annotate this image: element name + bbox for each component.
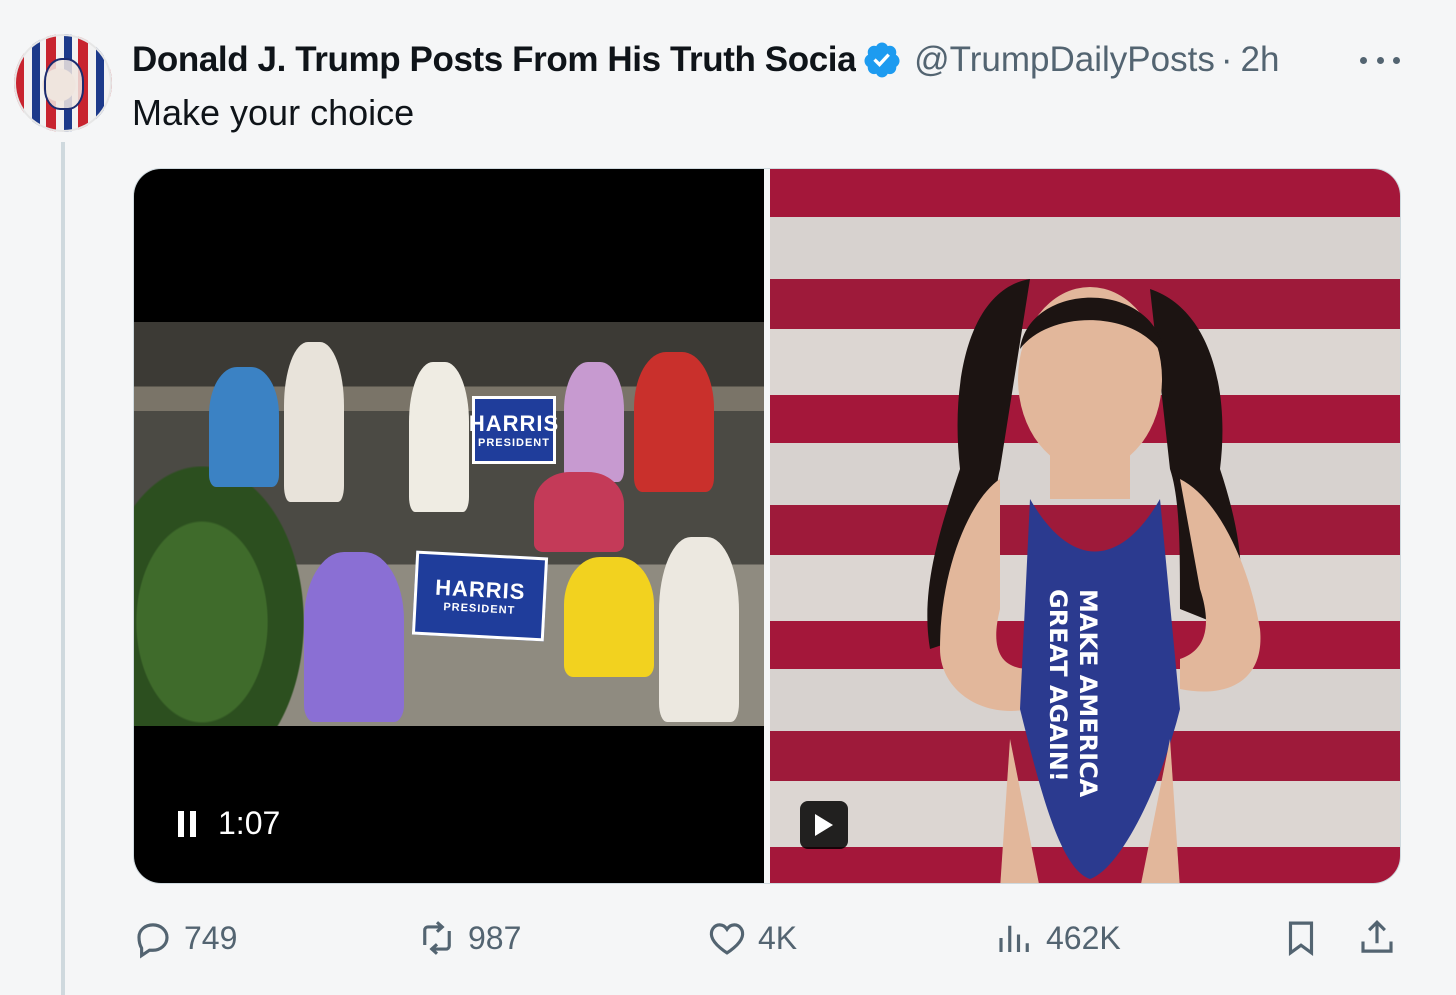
- person-figure: [209, 367, 279, 487]
- swimsuit-text-1: MAKE AMERICA: [1074, 589, 1102, 798]
- author-name[interactable]: Donald J. Trump Posts From His Truth Soc…: [132, 40, 856, 80]
- repost-icon: [423, 921, 451, 955]
- post-time[interactable]: 2h: [1241, 40, 1280, 80]
- harris-sign-small: HARRIS PRESIDENT: [468, 396, 560, 464]
- reply-count: 749: [184, 919, 238, 956]
- right-video[interactable]: MAKE AMERICA GREAT AGAIN!: [770, 169, 1400, 883]
- bush-shape: [134, 466, 304, 726]
- sign-sub-text: PRESIDENT: [443, 601, 516, 617]
- share-icon: [1361, 920, 1393, 953]
- like-count: 4K: [758, 919, 798, 956]
- video-timestamp: 1:07: [218, 805, 281, 841]
- person-figure: [564, 362, 624, 482]
- views-count: 462K: [1046, 919, 1121, 956]
- person-figure: [284, 342, 344, 502]
- person-figure: [304, 552, 404, 722]
- author-handle[interactable]: @TrumpDailyPosts: [914, 40, 1215, 80]
- video-controls: 1:07: [178, 805, 280, 842]
- post: Donald J. Trump Posts From His Truth Soc…: [0, 0, 1456, 995]
- video-frame-porch: HARRIS PRESIDENT HARRIS PRESIDENT: [134, 322, 764, 726]
- person-figure: [634, 352, 714, 492]
- video-frame-flag-woman: MAKE AMERICA GREAT AGAIN!: [927, 279, 1261, 883]
- pause-icon[interactable]: [178, 810, 196, 837]
- person-figure: [534, 472, 624, 552]
- post-header: Donald J. Trump Posts From His Truth Soc…: [132, 38, 1412, 82]
- left-video[interactable]: HARRIS PRESIDENT HARRIS PRESIDENT 1:07: [134, 169, 764, 883]
- repost-count: 987: [468, 919, 522, 956]
- like-button[interactable]: 4K: [706, 910, 797, 966]
- sign-sub-text: PRESIDENT: [478, 437, 550, 449]
- person-figure: [564, 557, 654, 677]
- views-button[interactable]: 462K: [994, 910, 1121, 966]
- harris-sign-large: HARRIS PRESIDENT: [411, 550, 549, 642]
- person-figure: [659, 537, 739, 722]
- like-icon: [709, 923, 745, 955]
- separator-dot: ·: [1220, 40, 1233, 79]
- repost-button[interactable]: 987: [416, 910, 521, 966]
- bookmark-icon: [1288, 921, 1314, 956]
- action-bar: 749 987 4K 462K: [132, 910, 1400, 966]
- bookmark-button[interactable]: [1280, 910, 1332, 966]
- swimsuit-text-2: GREAT AGAIN!: [1044, 589, 1072, 782]
- verified-badge-icon: [864, 42, 900, 78]
- more-icon[interactable]: [1360, 46, 1400, 74]
- play-icon[interactable]: [800, 801, 848, 849]
- thread-line: [61, 142, 65, 995]
- views-icon: [999, 925, 1029, 952]
- post-text: Make your choice: [132, 92, 415, 133]
- media-grid: HARRIS PRESIDENT HARRIS PRESIDENT 1:07 M…: [133, 168, 1401, 884]
- person-figure: [409, 362, 469, 512]
- sign-main-text: HARRIS: [468, 411, 560, 436]
- share-button[interactable]: [1356, 910, 1408, 966]
- reply-icon: [137, 923, 169, 959]
- avatar[interactable]: [14, 34, 112, 132]
- reply-button[interactable]: 749: [132, 910, 237, 966]
